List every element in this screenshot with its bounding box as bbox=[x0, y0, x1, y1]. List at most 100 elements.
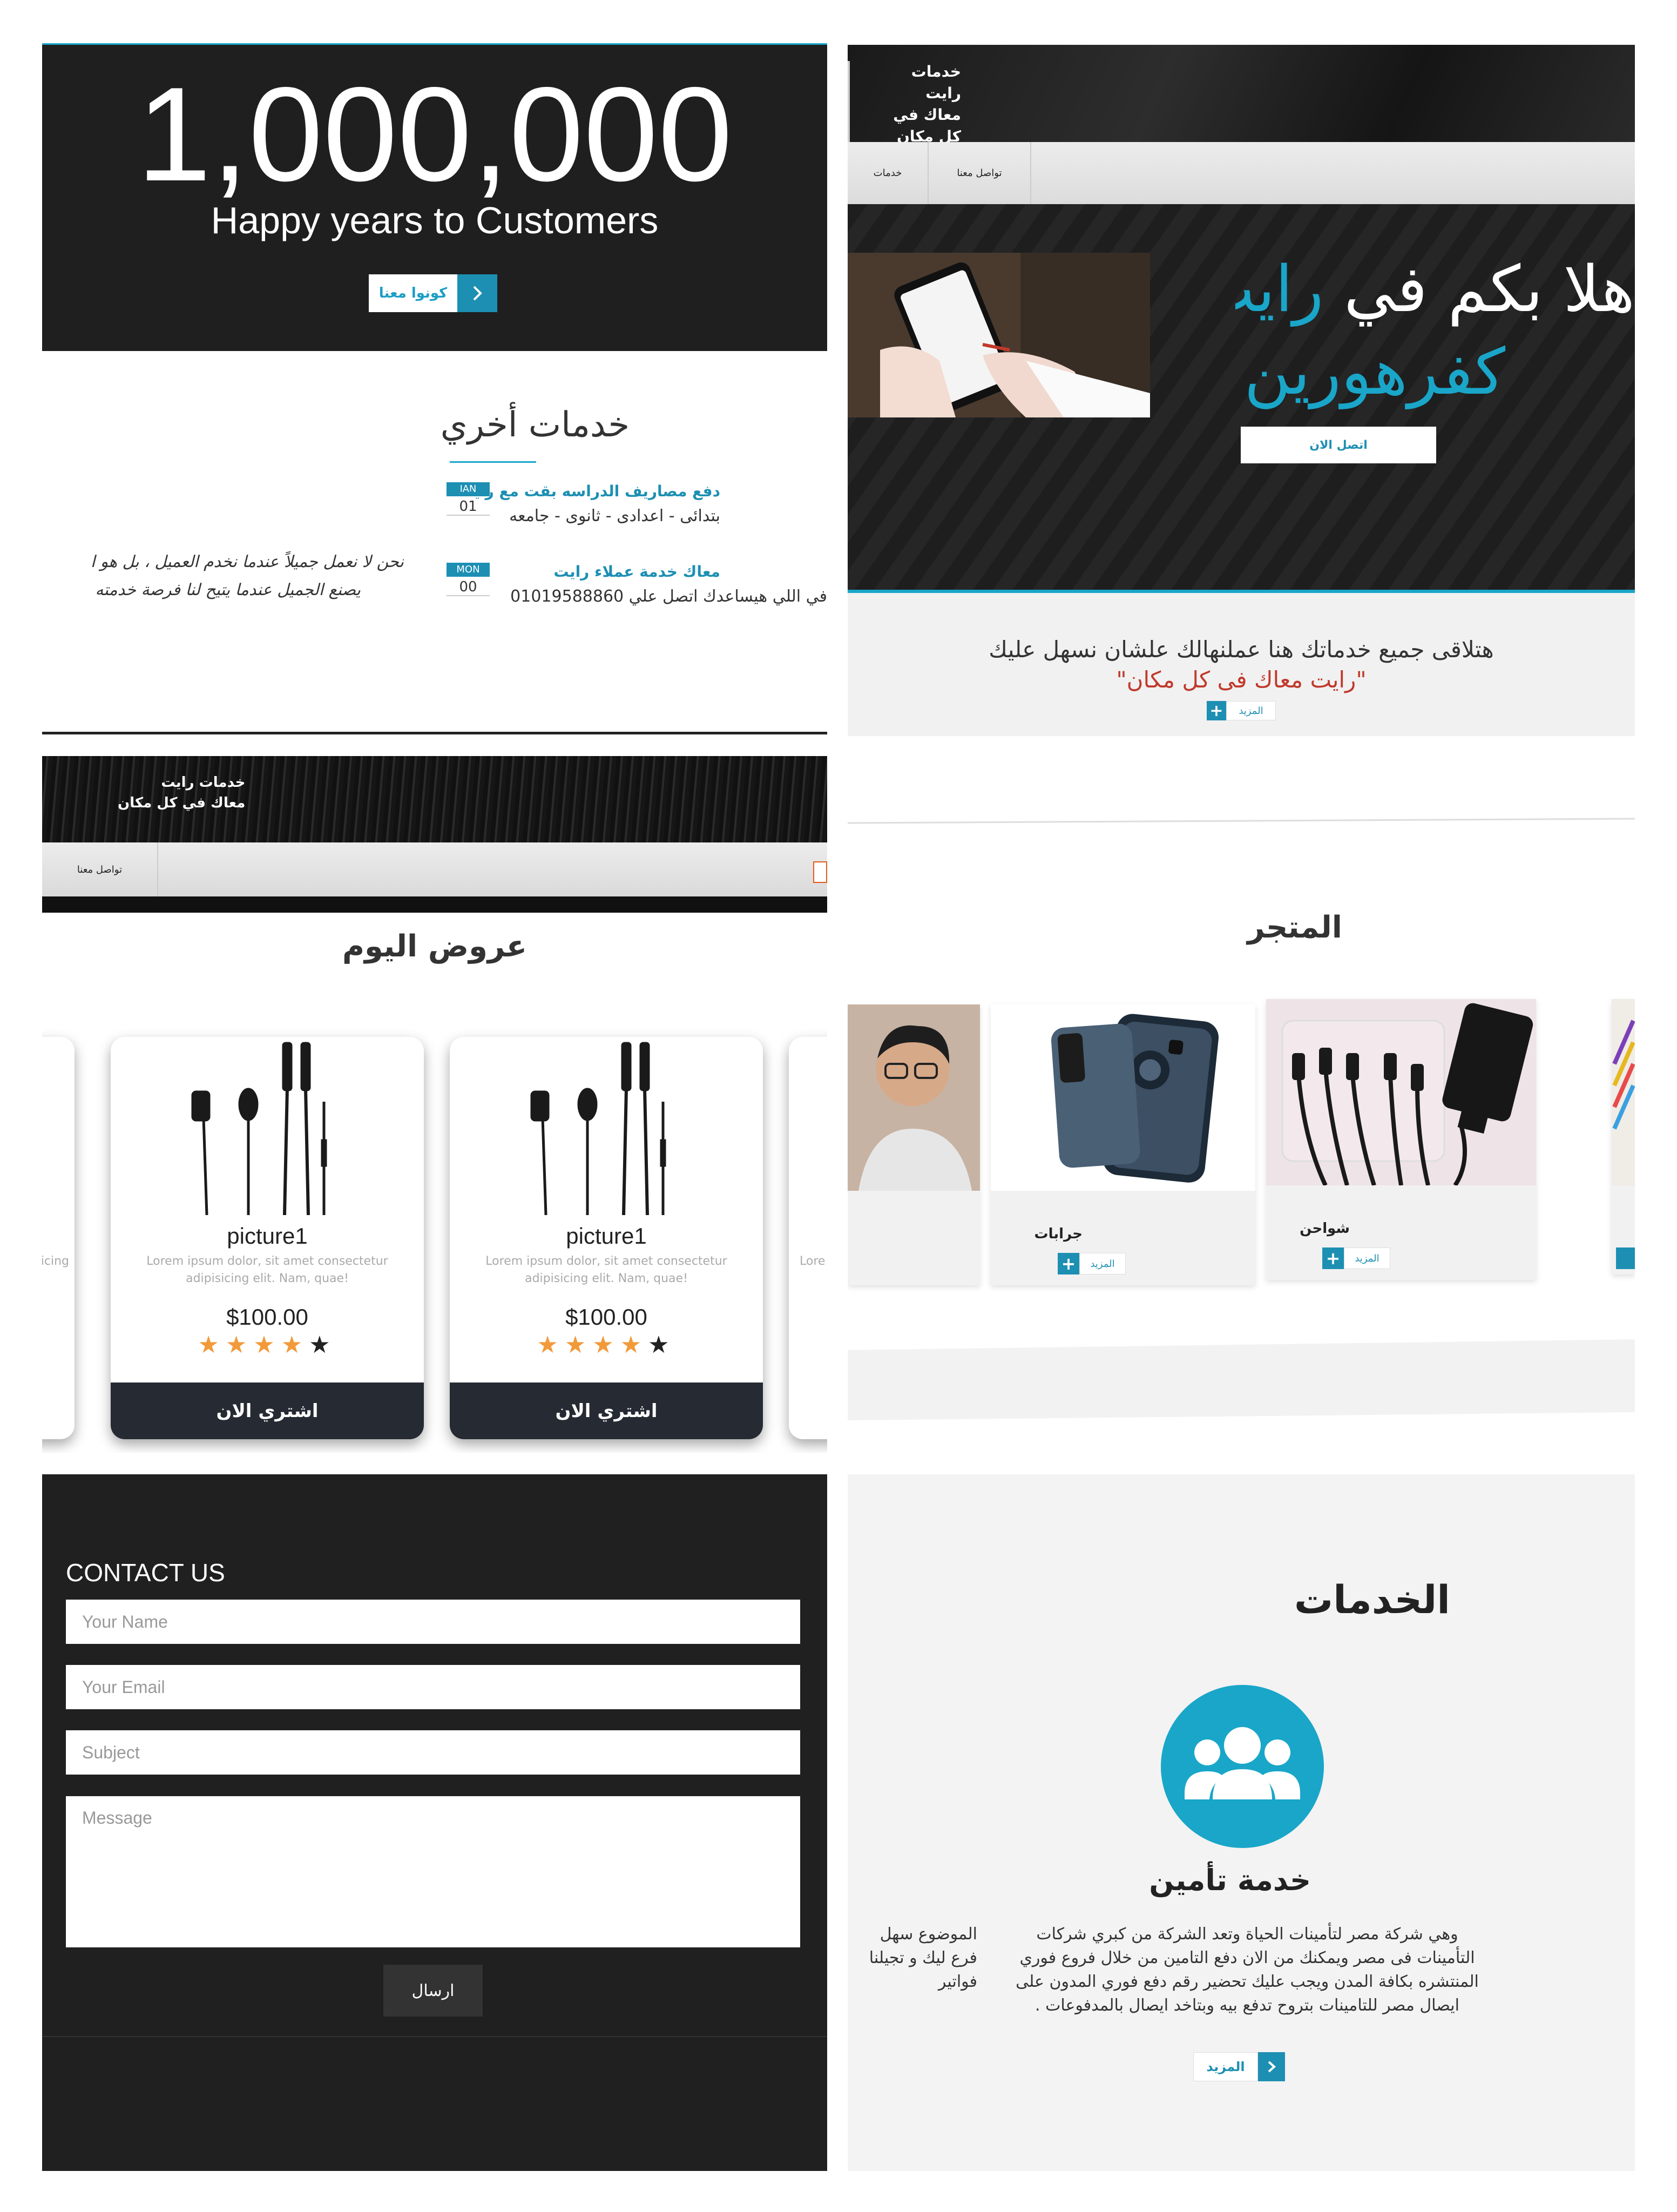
divider bbox=[42, 2036, 827, 2037]
side-service-text: الموضوع سهل فرع ليك و تجيلنا فواتير bbox=[848, 1923, 977, 1994]
hero-banner: هلا بكم في رايت كفرهورين اتصل الان bbox=[848, 204, 1635, 593]
services-section: الخدمات خدمة تأمين وهي شركة مصر لتأمينات… bbox=[848, 1474, 1635, 2171]
quote-line: نحن لا نعمل جميلاً عندما نخدم العميل ، ب… bbox=[90, 552, 404, 571]
more-label: المزيد bbox=[1193, 2052, 1258, 2081]
earphones-image bbox=[111, 1037, 424, 1215]
section-divider bbox=[848, 818, 1635, 824]
person-photo bbox=[848, 1004, 980, 1191]
star-icon: ★ bbox=[309, 1331, 337, 1359]
event-day: 00 bbox=[447, 579, 490, 596]
event-text: بتدائى - اعدادى - ثانوى - جامعه bbox=[509, 507, 720, 525]
product-card[interactable]: شواحن + المزيد bbox=[1266, 999, 1536, 1280]
hero-section: خدمات رايت معاك في كل مكان خدمات تواصل م… bbox=[848, 45, 1635, 736]
product-card-partial[interactable] bbox=[1612, 999, 1635, 1274]
product-name: جرابات bbox=[1034, 1226, 1083, 1242]
header-banner: خدمات رايت معاك في كل مكان bbox=[848, 45, 1635, 147]
plus-icon: + bbox=[1058, 1253, 1079, 1274]
phone-in-hand-image bbox=[848, 253, 1150, 417]
other-services-title: خدمات أخري bbox=[440, 405, 630, 445]
dropdown-toggle-icon[interactable] bbox=[813, 861, 827, 883]
users-group-icon bbox=[1161, 1685, 1324, 1848]
welcome-heading: هلا بكم في رايت bbox=[1235, 245, 1635, 334]
welcome-brand: رايت bbox=[1235, 252, 1324, 326]
footer-band bbox=[848, 1339, 1635, 1420]
offer-card: picture1 Lorem ipsum dolor, sit amet con… bbox=[111, 1037, 424, 1439]
event-title[interactable]: معاك خدمة عملاء رايت bbox=[553, 563, 720, 581]
card-desc-edge: icing bbox=[42, 1255, 69, 1268]
rating-stars: ★★★★★ bbox=[450, 1331, 763, 1359]
more-button[interactable]: المزيد bbox=[1193, 2052, 1285, 2081]
product-desc: Lorem ipsum dolor, sit amet consectetur … bbox=[485, 1255, 727, 1285]
event-title[interactable]: دفع مصاريف الدراسه بقت مع رايت bbox=[458, 482, 720, 500]
offer-card-partial: Lore bbox=[789, 1037, 827, 1439]
more-label: المزيد bbox=[1226, 701, 1276, 720]
product-name: picture1 bbox=[566, 1223, 647, 1249]
store-title: المتجر bbox=[1247, 910, 1342, 945]
star-icon: ★★★★ bbox=[198, 1331, 309, 1359]
hero-tagline-area: هتلاقى جميع خدماتك هنا عملنهالك علشان نس… bbox=[848, 593, 1635, 736]
other-services-section: خدمات أخري JAN 01 دفع مصاريف الدراسه بقت… bbox=[42, 378, 827, 734]
event-month: MON bbox=[447, 563, 490, 577]
offers-title: عروض اليوم bbox=[342, 929, 527, 964]
brand-logo[interactable]: خدمات رايت معاك في كل مكان bbox=[118, 772, 245, 813]
product-price: $100.00 bbox=[565, 1304, 647, 1330]
side-text-line: فرع ليك و تجيلنا bbox=[869, 1948, 977, 1967]
more-label: المزيد bbox=[1079, 1253, 1126, 1274]
product-card[interactable]: جرابات + المزيد bbox=[991, 1004, 1255, 1285]
title-underline bbox=[450, 461, 536, 463]
nav-bar: تواصل معنا bbox=[42, 842, 827, 913]
event-item[interactable]: MON 00 معاك خدمة عملاء رايت في اللي هيسا… bbox=[438, 563, 827, 622]
more-label: المزيد bbox=[1344, 1247, 1390, 1269]
cables-image bbox=[1612, 999, 1635, 1185]
buy-now-button[interactable]: اشتري الان bbox=[450, 1382, 763, 1439]
chargers-image bbox=[1266, 999, 1536, 1185]
product-desc: Lorem ipsum dolor, sit amet consectetur … bbox=[146, 1255, 388, 1285]
contact-title: CONTACT US bbox=[66, 1559, 225, 1587]
more-button[interactable]: + المزيد bbox=[1058, 1253, 1126, 1276]
offers-section: خدمات رايت معاك في كل مكان تواصل معنا عر… bbox=[42, 756, 827, 1453]
tagline-text: هتلاقى جميع خدماتك هنا عملنهالك علشان نس… bbox=[989, 636, 1494, 663]
rating-stars: ★★★★★ bbox=[111, 1331, 424, 1359]
quote-line: يصنع الجميل عندما يتيح لنا فرصة خدمته bbox=[95, 581, 361, 599]
call-now-button[interactable]: اتصل الان bbox=[1241, 427, 1436, 463]
quote-block: نحن لا نعمل جميلاً عندما نخدم العميل ، ب… bbox=[42, 548, 404, 604]
counter-section: 1,000,000 Happy years to Customers كونوا… bbox=[42, 43, 827, 351]
product-card-partial[interactable] bbox=[848, 1004, 980, 1285]
welcome-location: كفرهورين bbox=[1244, 334, 1505, 409]
side-text-line: الموضوع سهل bbox=[880, 1925, 977, 1944]
star-icon: ★ bbox=[648, 1331, 676, 1359]
nav-item-contact[interactable]: تواصل معنا bbox=[929, 142, 1031, 204]
counter-number: 1,000,000 bbox=[137, 59, 733, 209]
offer-card-partial: icing bbox=[42, 1037, 75, 1439]
message-field[interactable] bbox=[66, 1796, 800, 1947]
buy-now-button[interactable]: اشتري الان bbox=[111, 1382, 424, 1439]
email-field[interactable] bbox=[66, 1665, 800, 1709]
welcome-white: هلا بكم في bbox=[1344, 252, 1635, 326]
slogan-text: "رايت معاك فى كل مكان" bbox=[1116, 666, 1367, 693]
side-text-line: فواتير bbox=[938, 1972, 977, 1991]
contact-section: CONTACT US ارسال bbox=[42, 1474, 827, 2171]
more-button[interactable]: + المزيد bbox=[1322, 1247, 1390, 1270]
star-icon: ★★★★ bbox=[537, 1331, 648, 1359]
brand-logo[interactable]: خدمات رايت معاك في كل مكان bbox=[848, 61, 1020, 147]
plus-icon: + bbox=[1322, 1247, 1344, 1269]
chevron-right-icon bbox=[457, 274, 497, 312]
join-us-button[interactable]: كونوا معنا bbox=[369, 274, 497, 312]
brand-tagline: معاك في كل مكان bbox=[893, 106, 961, 145]
name-field[interactable] bbox=[66, 1600, 800, 1644]
offer-card: picture1 Lorem ipsum dolor, sit amet con… bbox=[450, 1037, 763, 1439]
event-day: 01 bbox=[447, 498, 490, 516]
event-item[interactable]: JAN 01 دفع مصاريف الدراسه بقت مع رايت بت… bbox=[438, 482, 827, 542]
more-button-partial[interactable] bbox=[1616, 1247, 1635, 1269]
plus-icon: + bbox=[1207, 701, 1226, 720]
service-title: خدمة تأمين bbox=[1149, 1863, 1311, 1897]
brand-tagline: معاك في كل مكان bbox=[118, 795, 246, 811]
earphones-image bbox=[450, 1037, 763, 1215]
product-name: شواحن bbox=[1300, 1220, 1350, 1237]
more-button[interactable]: + المزيد bbox=[1207, 701, 1276, 723]
nav-item-services[interactable]: خدمات bbox=[848, 142, 929, 204]
nav-item-contact[interactable]: تواصل معنا bbox=[42, 842, 158, 896]
send-button[interactable]: ارسال bbox=[383, 1965, 483, 2017]
brand-name: خدمات رايت bbox=[161, 774, 246, 791]
subject-field[interactable] bbox=[66, 1730, 800, 1775]
